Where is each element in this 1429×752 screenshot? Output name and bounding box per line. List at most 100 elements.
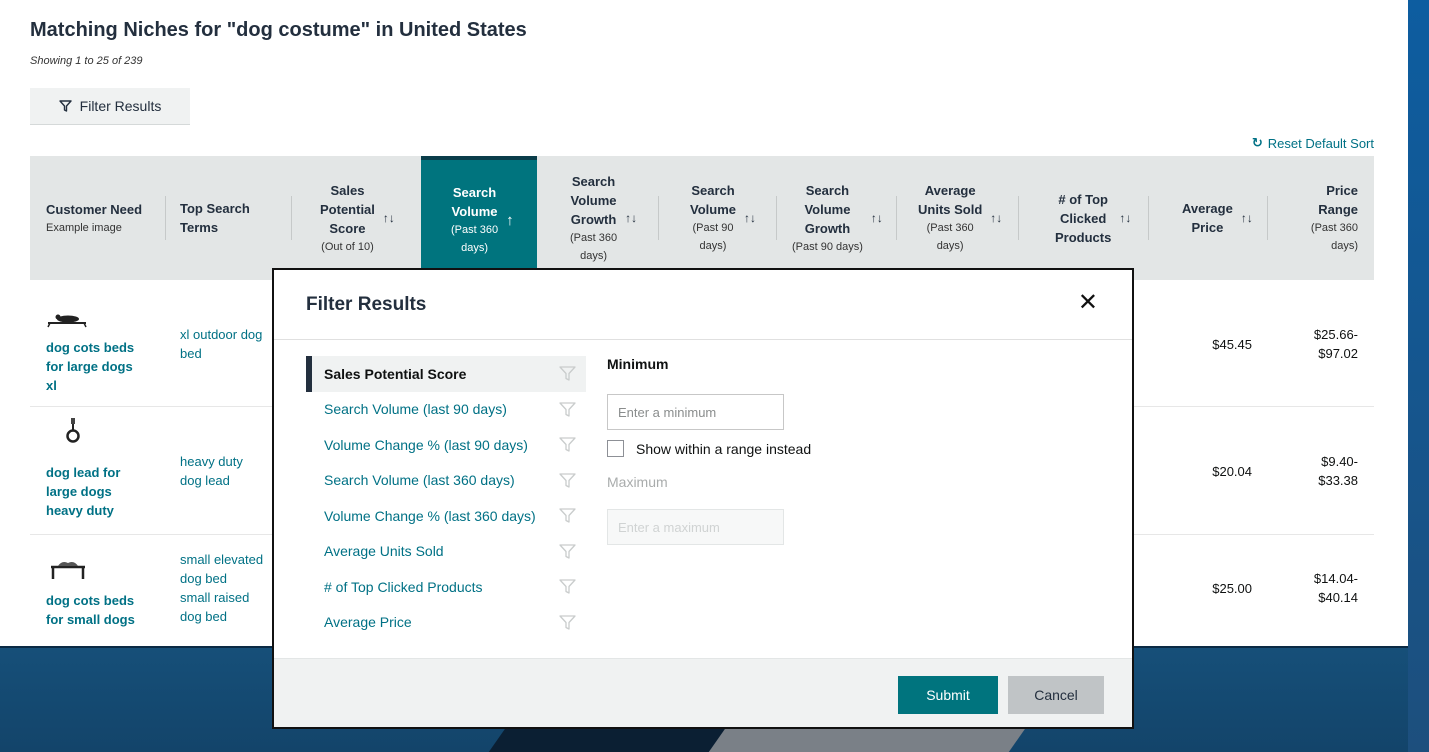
column-label: Customer Need <box>46 201 143 217</box>
filter-funnel-icon <box>559 579 576 597</box>
column-sublabel: (Past 360 <box>926 222 974 234</box>
maximum-input <box>607 509 784 545</box>
minimum-input[interactable] <box>607 394 784 430</box>
customer-need-line: dog cots beds <box>46 340 135 355</box>
column-header-search-volume-360[interactable]: Search Volume (Past 360 days) ↑ <box>421 156 537 280</box>
column-header-sales-potential-score[interactable]: Sales Potential Score (Out of 10) ↑↓ <box>320 156 420 280</box>
filter-funnel-icon <box>559 614 576 633</box>
cancel-button[interactable]: Cancel <box>1008 676 1104 714</box>
column-header-search-volume-90[interactable]: Search Volume (Past 90 days) ↑↓ <box>690 156 800 280</box>
column-divider <box>1148 196 1149 240</box>
column-label: Volume <box>451 204 498 219</box>
column-sublabel: (Past 90 <box>692 222 734 234</box>
price-range-line: $97.02 <box>1318 346 1358 361</box>
column-header-average-units-sold[interactable]: Average Units Sold (Past 360 days) ↑↓ <box>918 156 1038 280</box>
filter-option[interactable]: Average Price <box>306 605 586 641</box>
price-range-value: $9.40- $33.38 <box>1280 452 1358 490</box>
filter-option[interactable]: # of Top Clicked Products <box>306 569 586 605</box>
price-range-line: $40.14 <box>1318 590 1358 605</box>
sort-ascending-icon[interactable]: ↑ <box>506 211 514 230</box>
filter-funnel-icon <box>58 100 72 112</box>
sort-arrows-icon[interactable]: ↑↓ <box>625 209 637 228</box>
column-label: Score <box>329 220 366 236</box>
column-label: Search <box>805 182 850 198</box>
dialog-title: Filter Results <box>306 294 427 315</box>
sort-arrows-icon[interactable]: ↑↓ <box>990 209 1002 228</box>
column-sublabel: days) <box>1331 240 1358 252</box>
column-label: Volume <box>690 202 736 217</box>
price-range-line: $9.40- <box>1321 454 1358 469</box>
column-label: Growth <box>804 220 851 236</box>
checkbox-box[interactable] <box>607 440 624 457</box>
column-sublabel: days) <box>699 240 727 252</box>
reset-default-sort-link[interactable]: ↻ Reset Default Sort <box>1252 135 1374 151</box>
sort-arrows-icon[interactable]: ↑↓ <box>744 209 756 228</box>
column-sublabel: days) <box>580 249 607 262</box>
column-sublabel: days) <box>461 242 488 254</box>
column-label: Units Sold <box>918 202 983 217</box>
column-header-average-price[interactable]: Average Price ↑↓ <box>1182 156 1262 280</box>
customer-need-line: dog cots beds <box>46 593 135 608</box>
filter-option[interactable]: Search Volume (last 360 days) <box>306 463 586 499</box>
customer-need-link[interactable]: dog lead for large dogs heavy duty <box>46 463 156 520</box>
column-label: Range <box>1318 202 1358 217</box>
filter-option[interactable]: Search Volume (last 90 days) <box>306 392 586 428</box>
column-label: Sales <box>330 182 365 198</box>
column-label: Terms <box>180 220 219 235</box>
column-sublabel: Example image <box>46 221 122 234</box>
column-label: Growth <box>570 211 617 227</box>
column-divider <box>165 196 166 240</box>
customer-need-line: dog lead for <box>46 465 121 480</box>
filter-option[interactable]: Sales Potential Score <box>306 356 586 392</box>
column-divider <box>1018 196 1019 240</box>
column-header-search-volume-growth-360[interactable]: Search Volume Growth (Past 360 days) ↑↓ <box>570 156 680 280</box>
filter-options-panel: Minimum Show within a range instead Maxi… <box>607 356 1087 545</box>
filter-funnel-icon <box>559 508 576 526</box>
filter-results-button[interactable]: Filter Results <box>30 88 190 125</box>
filter-option-label: Search Volume (last 360 days) <box>324 472 515 489</box>
price-range-value: $25.66- $97.02 <box>1280 325 1358 363</box>
column-label: Search <box>691 183 735 198</box>
column-label: Clicked <box>1060 210 1107 226</box>
sort-arrows-icon[interactable]: ↑↓ <box>871 209 883 228</box>
reset-default-sort-label: Reset Default Sort <box>1267 135 1374 151</box>
column-divider <box>291 196 292 240</box>
page-title: Matching Niches for "dog costume" in Uni… <box>30 19 527 41</box>
column-label: Search <box>571 173 616 189</box>
average-price-value: $20.04 <box>1212 464 1252 479</box>
column-header-top-clicked-products[interactable]: # of Top Clicked Products ↑↓ <box>1055 156 1155 280</box>
filter-option[interactable]: Volume Change % (last 90 days) <box>306 427 586 463</box>
column-label: Search <box>452 185 497 200</box>
filter-funnel-icon <box>559 401 576 420</box>
filter-funnel-icon <box>559 366 576 384</box>
submit-button[interactable]: Submit <box>898 676 998 714</box>
column-sublabel: (Past 360 <box>451 224 499 236</box>
column-label: Average <box>1182 201 1233 216</box>
customer-need-link[interactable]: dog cots beds for small dogs <box>46 591 156 629</box>
dog-cot-icon <box>47 314 87 328</box>
customer-need-link[interactable]: dog cots beds for large dogs xl <box>46 338 156 395</box>
close-icon[interactable]: ✕ <box>1078 288 1098 318</box>
price-range-line: $14.04- <box>1313 571 1358 586</box>
filter-option-label: Search Volume (last 90 days) <box>324 401 507 418</box>
filter-option[interactable]: Volume Change % (last 360 days) <box>306 498 586 534</box>
column-label: Potential <box>320 201 375 217</box>
column-label: Products <box>1055 229 1112 245</box>
filter-option-label: Sales Potential Score <box>324 365 467 382</box>
customer-need-line: xl <box>46 378 57 393</box>
dialog-header: Filter Results ✕ <box>274 270 1132 340</box>
column-header-search-volume-growth-90[interactable]: Search Volume Growth (Past 90 days) ↑↓ <box>792 156 902 280</box>
column-divider <box>1267 196 1268 240</box>
filter-option[interactable]: Average Units Sold <box>306 534 586 570</box>
filter-option-label: Average Price <box>324 614 412 631</box>
sort-arrows-icon[interactable]: ↑↓ <box>383 209 395 228</box>
column-divider <box>658 196 659 240</box>
column-label: Top Search <box>180 201 250 216</box>
filter-option-label: # of Top Clicked Products <box>324 578 483 595</box>
column-divider <box>776 196 777 240</box>
price-range-value: $14.04- $40.14 <box>1280 569 1358 607</box>
range-checkbox[interactable]: Show within a range instead <box>607 440 1087 457</box>
sort-arrows-icon[interactable]: ↑↓ <box>1241 209 1253 228</box>
sort-arrows-icon[interactable]: ↑↓ <box>1119 209 1131 228</box>
refresh-icon: ↻ <box>1251 135 1263 150</box>
